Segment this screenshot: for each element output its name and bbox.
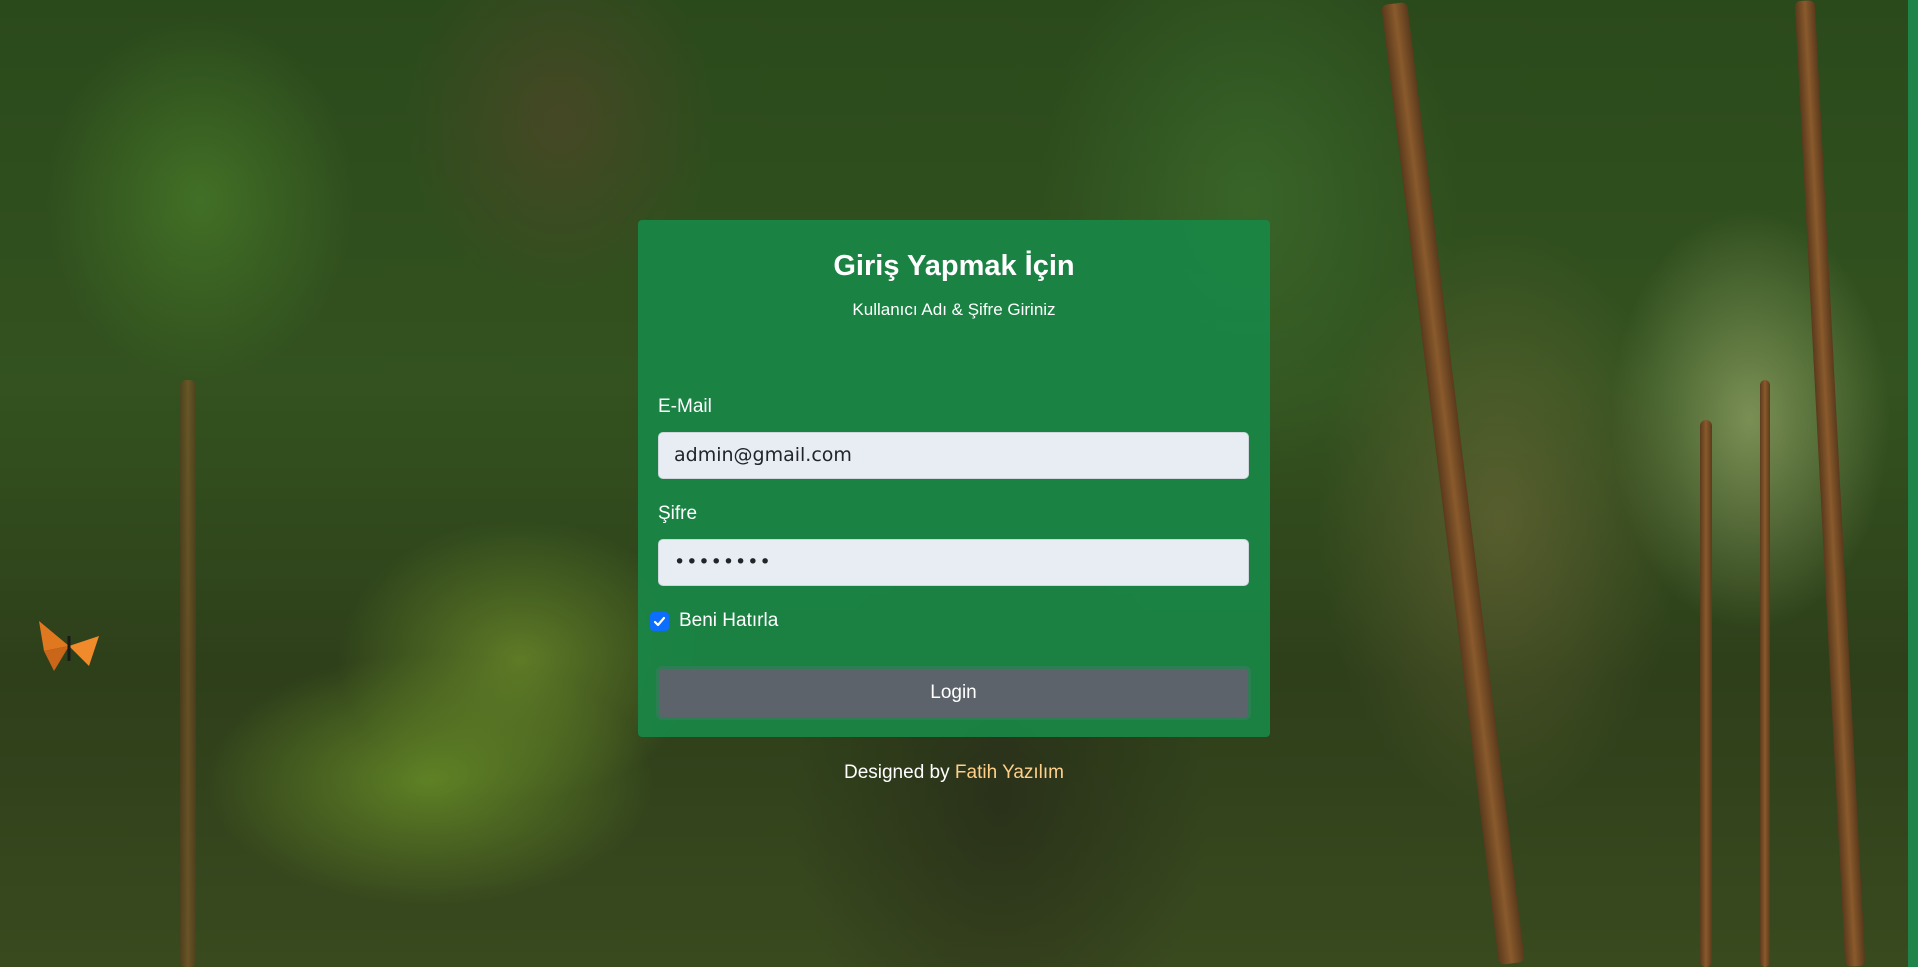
login-subtitle: Kullanıcı Adı & Şifre Giriniz bbox=[852, 300, 1056, 319]
butterfly-image bbox=[39, 621, 99, 671]
login-button[interactable]: Login bbox=[656, 666, 1251, 720]
email-label: E-Mail bbox=[658, 396, 712, 417]
remember-me-label[interactable]: Beni Hatırla bbox=[679, 610, 778, 632]
footer-designed-by: Designed by bbox=[843, 762, 950, 783]
footer-credit: Designed by Fatih Yazılım bbox=[638, 762, 1270, 784]
login-title: Giriş Yapmak İçin bbox=[833, 250, 1075, 282]
remember-me-row[interactable]: Beni Hatırla bbox=[650, 610, 778, 632]
tree-trunk bbox=[1760, 380, 1770, 967]
tree-trunk bbox=[1700, 420, 1712, 967]
login-card: Giriş Yapmak İçin Kullanıcı Adı & Şifre … bbox=[638, 220, 1270, 737]
tree-trunk bbox=[180, 380, 196, 967]
email-input[interactable]: admin@gmail.com bbox=[658, 432, 1249, 479]
remember-me-checkbox[interactable] bbox=[650, 611, 669, 631]
footer-author-link[interactable]: Fatih Yazılım bbox=[955, 762, 1064, 783]
tree-trunk bbox=[1381, 2, 1525, 965]
check-icon bbox=[653, 616, 666, 626]
password-label: Şifre bbox=[658, 503, 698, 524]
password-input[interactable]: •••••••• bbox=[658, 539, 1249, 586]
right-edge-stripe bbox=[1908, 0, 1918, 967]
tree-trunk bbox=[1794, 0, 1866, 967]
